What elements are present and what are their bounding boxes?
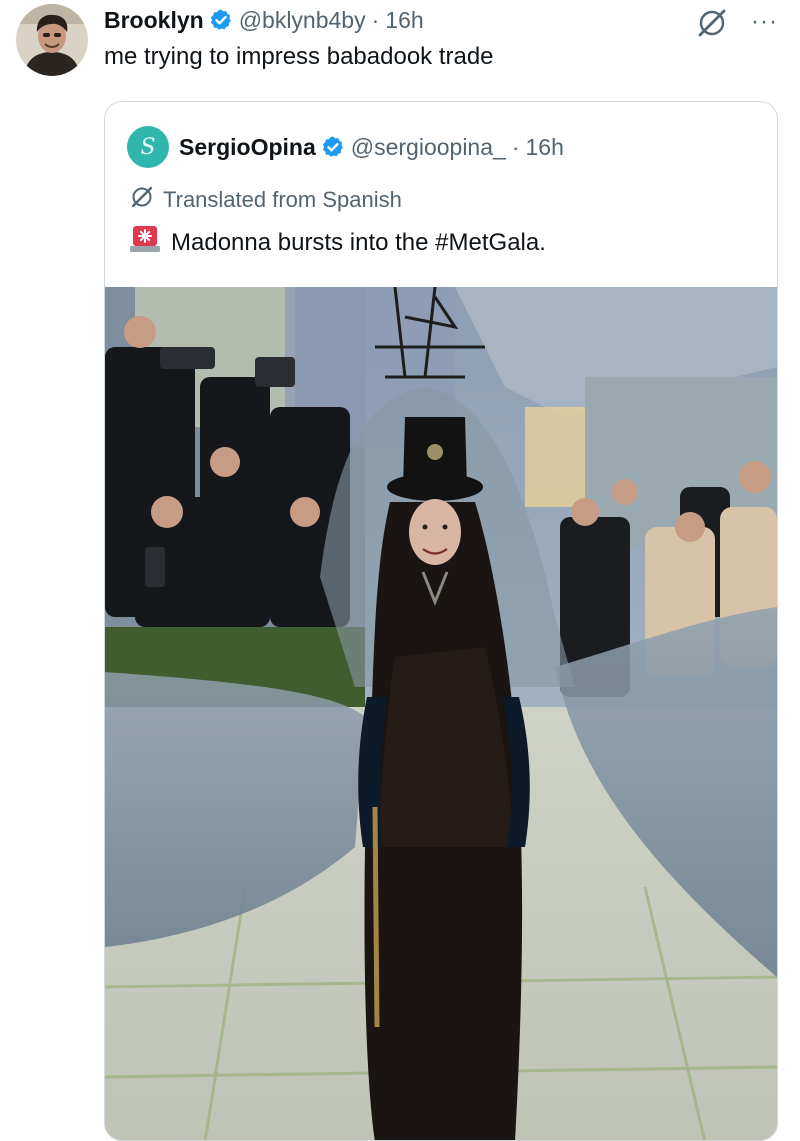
quoted-tweet-time[interactable]: 16h [525,134,563,161]
author-avatar[interactable] [16,4,88,76]
author-handle[interactable]: @bklynb4by [239,7,366,34]
avatar-image [16,4,88,76]
siren-emoji-icon [129,224,161,261]
tweet-time[interactable]: 16h [385,7,423,34]
tweet-text: me trying to impress babadook trade [104,43,494,70]
quoted-tweet-text: Madonna bursts into the #MetGala. [171,228,546,256]
quoted-avatar-letter: S [140,134,156,160]
separator-dot: · [511,133,520,160]
grok-icon[interactable] [695,6,729,45]
quoted-author-name[interactable]: SergioOpina [179,134,316,161]
tweet-actions-top: ··· [695,6,778,45]
more-options-icon[interactable]: ··· [751,9,778,34]
author-name[interactable]: Brooklyn [104,7,204,34]
tweet-header: Brooklyn @bklynb4by · 16h [104,4,424,36]
tweet-photo[interactable] [105,286,777,1140]
quoted-tweet-card[interactable]: S SergioOpina @sergioopina_ · 16h Transl… [104,101,778,1141]
translate-icon [129,184,155,216]
translated-notice[interactable]: Translated from Spanish [129,184,402,216]
met-gala-photo [105,286,777,1140]
separator-dot: · [371,6,380,33]
verified-badge-icon [209,8,233,32]
verified-badge-icon [321,135,345,159]
quoted-tweet-header: S SergioOpina @sergioopina_ · 16h [127,126,564,168]
quoted-author-avatar[interactable]: S [127,126,169,168]
translated-label: Translated from Spanish [163,187,402,212]
quoted-author-handle[interactable]: @sergioopina_ [351,134,506,161]
quoted-tweet-text-row: Madonna bursts into the #MetGala. [129,224,546,261]
